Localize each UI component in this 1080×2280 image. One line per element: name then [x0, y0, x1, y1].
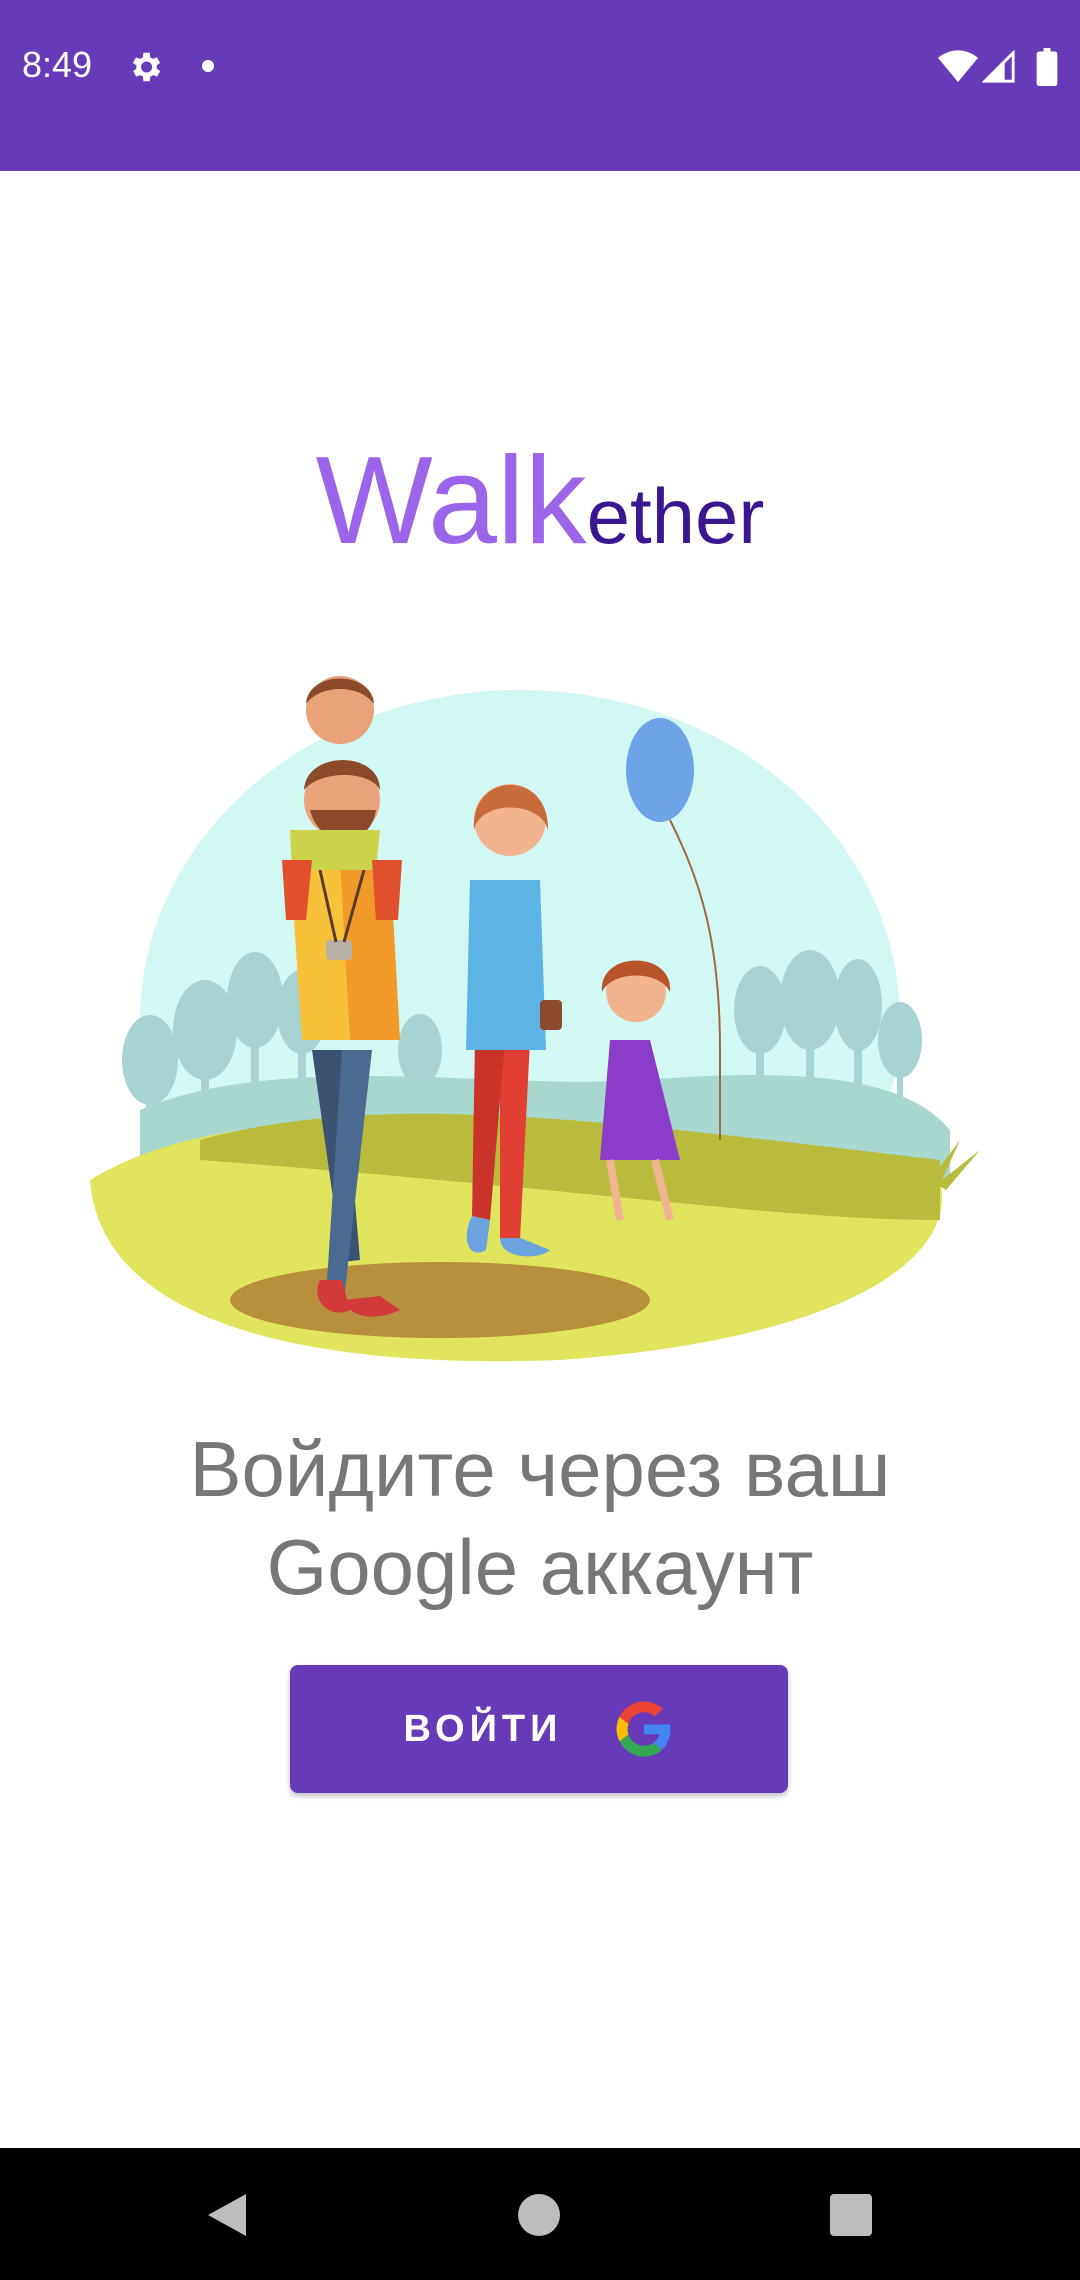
- login-prompt-line2: Google аккаунт: [266, 1523, 814, 1611]
- home-icon[interactable]: [518, 2194, 560, 2236]
- google-icon: [616, 1701, 671, 1757]
- recents-icon[interactable]: [830, 2194, 872, 2236]
- battery-icon: [1036, 48, 1058, 86]
- signal-icon: [982, 50, 1015, 83]
- app-title: Walkether: [0, 430, 1080, 572]
- gear-icon: [132, 52, 161, 82]
- status-bar: 8:49: [0, 0, 1080, 171]
- family-walking-illustration: [90, 676, 980, 1362]
- google-signin-button[interactable]: ВОЙТИ: [290, 1665, 788, 1793]
- status-time: 8:49: [22, 44, 93, 85]
- login-prompt-line1: Войдите через ваш: [189, 1425, 891, 1513]
- wifi-icon: [938, 50, 978, 82]
- signin-button-label: ВОЙТИ: [403, 1707, 563, 1750]
- login-prompt: Войдите через ваш Google аккаунт: [0, 1420, 1080, 1616]
- notification-dot-icon: [202, 60, 214, 72]
- app-title-walk: Walk: [315, 432, 587, 570]
- navigation-bar: [0, 2148, 1080, 2280]
- back-icon[interactable]: [202, 2190, 248, 2240]
- app-title-ether: ether: [586, 472, 765, 560]
